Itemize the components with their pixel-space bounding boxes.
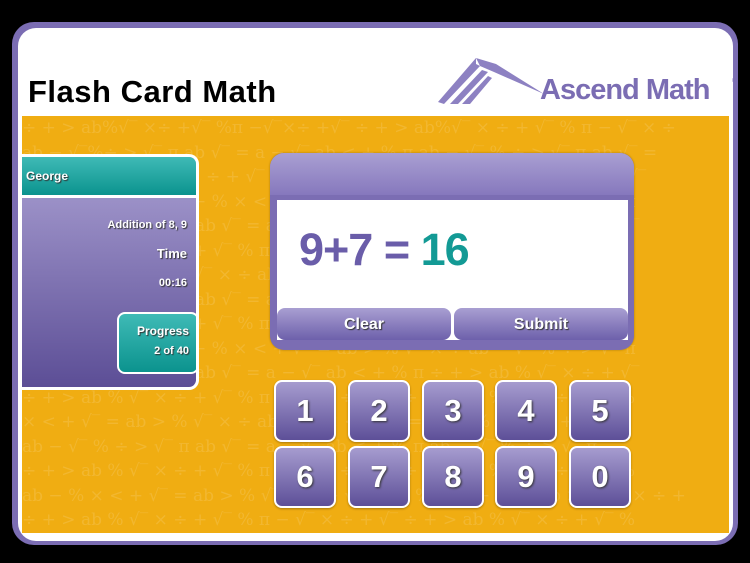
- progress-box: Progress 2 of 40: [117, 312, 196, 374]
- progress-label: Progress: [136, 324, 189, 338]
- key-9[interactable]: 9: [495, 446, 557, 508]
- app-card: Flash Card Math Ascend Math ® ÷ + > ab%√…: [18, 28, 733, 541]
- time-value: 00:16: [158, 277, 187, 289]
- equation: 9+7 = 16: [299, 224, 470, 276]
- clear-button[interactable]: Clear: [277, 308, 451, 340]
- key-6[interactable]: 6: [274, 446, 336, 508]
- question-card-header: [270, 153, 634, 195]
- key-5[interactable]: 5: [569, 380, 631, 442]
- page-title: Flash Card Math: [28, 74, 277, 109]
- flashcard-stage: ÷ + > ab%√‾ ×÷ +√‾ %π −√‾×÷ +√‾ ÷ + > ab…: [22, 116, 729, 533]
- key-8[interactable]: 8: [422, 446, 484, 508]
- key-0[interactable]: 0: [569, 446, 631, 508]
- skill-label: Addition of 8, 9: [107, 219, 187, 231]
- registered-mark: ®: [732, 76, 733, 85]
- ascend-math-logo: Ascend Math ®: [436, 54, 733, 108]
- progress-value: 2 of 40: [154, 345, 189, 357]
- key-2[interactable]: 2: [348, 380, 410, 442]
- time-label: Time: [156, 246, 187, 261]
- answer-input[interactable]: 16: [421, 224, 470, 275]
- student-info-panel: George Addition of 8, 9 Time 00:16 Progr…: [22, 154, 199, 390]
- pattern-row: ÷ + > ab % √‾ × ÷ + √‾ % π − √‾ × ÷ + √‾…: [22, 510, 636, 530]
- equation-expression: 9+7 =: [299, 224, 421, 275]
- question-card: 9+7 = 16 Clear Submit: [270, 153, 634, 350]
- student-name: George: [22, 157, 196, 198]
- key-1[interactable]: 1: [274, 380, 336, 442]
- logo-text: Ascend Math: [540, 74, 710, 106]
- question-display: 9+7 = 16 Clear Submit: [277, 200, 628, 340]
- key-3[interactable]: 3: [422, 380, 484, 442]
- pattern-row: ÷ + > ab%√‾ ×÷ +√‾ %π −√‾×÷ +√‾ ÷ + > ab…: [22, 118, 676, 138]
- submit-button[interactable]: Submit: [454, 308, 628, 340]
- mountain-logo-icon: [438, 58, 544, 104]
- key-7[interactable]: 7: [348, 446, 410, 508]
- key-4[interactable]: 4: [495, 380, 557, 442]
